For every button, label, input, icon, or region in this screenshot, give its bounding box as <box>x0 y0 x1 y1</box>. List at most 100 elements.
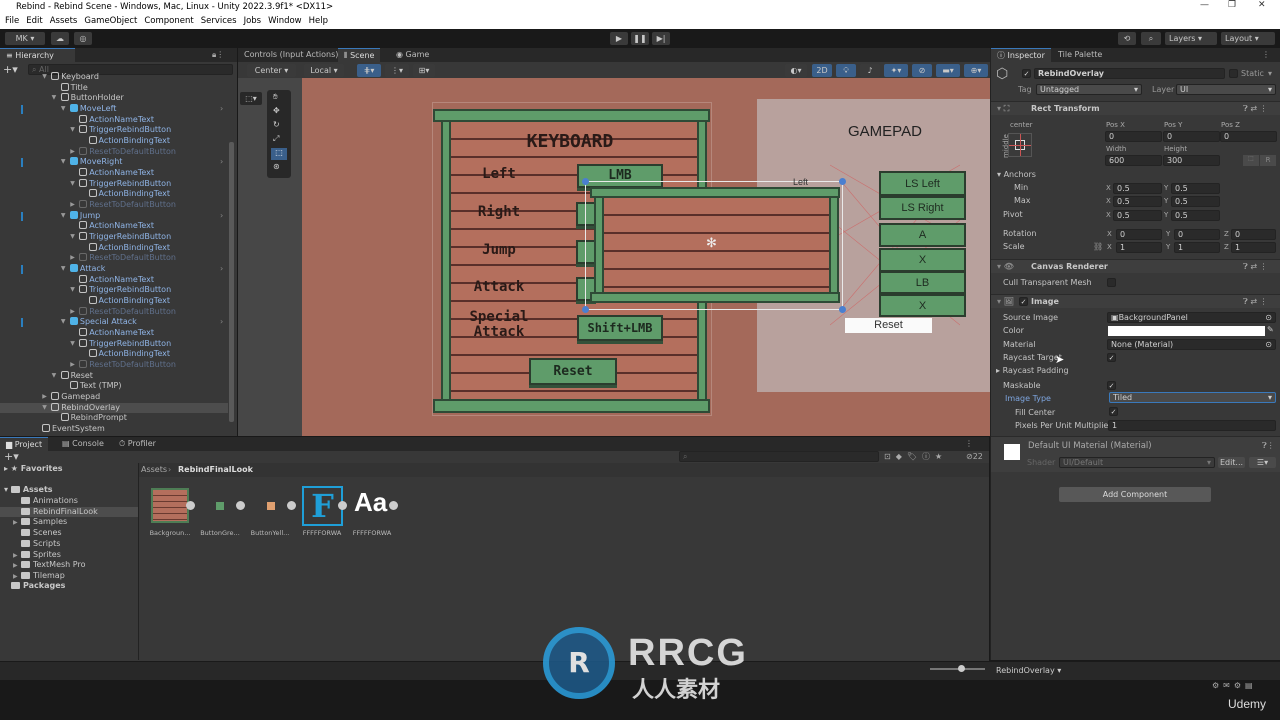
history-icon[interactable]: ⟲ <box>1118 32 1136 45</box>
selection-dropdown[interactable]: RebindOverlay ▾ <box>996 666 1061 675</box>
rect-transform-header[interactable]: ▾ ⛶ Rect Transform ❓︎ ⇄ ⋮ <box>991 101 1280 115</box>
image-header[interactable]: ▾ 🖼︎ ✓ Image ❓︎ ⇄ ⋮ <box>991 294 1280 308</box>
expanded-arrow-icon[interactable]: ▼ <box>61 157 66 168</box>
hierarchy-item[interactable]: ActionNameText <box>0 114 228 126</box>
expanded-arrow-icon[interactable]: ▼ <box>42 72 47 83</box>
tab-tile-palette[interactable]: Tile Palette <box>1052 48 1108 62</box>
gamepad-button-special[interactable]: LB <box>879 271 966 294</box>
anchor-preset-button[interactable] <box>1008 133 1032 157</box>
hierarchy-item[interactable]: ▶ ResetToDefaultButton <box>0 253 228 264</box>
expanded-arrow-icon[interactable]: ▼ <box>70 179 75 190</box>
pivot-x-field[interactable]: 0.5 <box>1113 210 1162 221</box>
hand-tool-icon[interactable]: ✋︎ <box>273 92 278 102</box>
project-search[interactable]: ⌕ <box>679 451 879 462</box>
tab-controls[interactable]: Controls (Input Actions) <box>238 48 344 62</box>
expanded-arrow-icon[interactable]: ▼ <box>70 232 75 243</box>
expanded-arrow-icon[interactable]: ▼ <box>61 264 66 275</box>
min-y-field[interactable]: 0.5 <box>1171 183 1220 194</box>
expanded-arrow-icon[interactable]: ▼ <box>52 371 57 382</box>
expand-sprite-icon[interactable] <box>236 501 245 510</box>
hidden-packages-count[interactable]: ⊘22 <box>966 452 983 461</box>
close-icon[interactable]: ✕ <box>1258 0 1266 10</box>
scale-x-field[interactable]: 1 <box>1116 242 1162 253</box>
menu-assets[interactable]: Assets <box>50 16 78 26</box>
hierarchy-item[interactable]: ▼ MoveRight › <box>0 157 228 168</box>
hierarchy-item[interactable]: ▼ TriggerRebindButton <box>0 285 228 296</box>
hierarchy-item[interactable]: EventSystem <box>0 424 228 435</box>
pivot-gizmo-icon[interactable]: ✻ <box>706 236 717 251</box>
hierarchy-item[interactable]: ▶ ResetToDefaultButton <box>0 200 228 211</box>
expand-font-icon[interactable] <box>389 501 398 510</box>
blueprint-mode-button[interactable]: ⬚ <box>1243 155 1259 166</box>
height-field[interactable]: 300 <box>1163 155 1220 166</box>
expanded-arrow-icon[interactable]: ▼ <box>42 403 47 414</box>
expanded-arrow-icon[interactable]: ▼ <box>52 93 57 104</box>
eyedropper-icon[interactable]: ✎ <box>1267 325 1274 334</box>
cloud-icon[interactable]: ☁ <box>51 32 69 45</box>
project-folder[interactable]: Scenes <box>0 528 138 539</box>
maximize-icon[interactable]: ❐ <box>1228 0 1236 10</box>
hierarchy-item[interactable]: ▼ Reset <box>0 370 228 382</box>
rot-y-field[interactable]: 0 <box>1174 229 1220 240</box>
collapsed-arrow-icon[interactable]: ▶ <box>70 200 75 211</box>
breadcrumb-assets[interactable]: Assets <box>141 465 167 474</box>
collapsed-arrow-icon[interactable]: ▶ <box>70 360 75 371</box>
open-prefab-icon[interactable]: › <box>220 104 223 115</box>
expanded-arrow-icon[interactable]: ▼ <box>61 211 66 222</box>
open-prefab-icon[interactable]: › <box>220 317 223 328</box>
expand-font-icon[interactable] <box>338 501 347 510</box>
tab-game[interactable]: ◉ Game <box>390 48 435 62</box>
menu-edit[interactable]: Edit <box>26 16 42 26</box>
favorites-item[interactable]: ▸ ★ Favorites <box>4 464 63 475</box>
project-folder[interactable]: RebindFinalLook <box>0 506 138 518</box>
component-menu-icons[interactable]: ❓︎ ⇄ ⋮ <box>1243 102 1268 116</box>
hierarchy-item[interactable]: ActionNameText <box>0 221 228 232</box>
tab-project[interactable]: ▆ Project <box>0 437 49 451</box>
pos-z-field[interactable]: 0 <box>1220 131 1277 142</box>
rect-handle-bottom-left[interactable] <box>582 306 589 313</box>
pivot-y-field[interactable]: 0.5 <box>1171 210 1220 221</box>
layer-dropdown[interactable]: UI ▾ <box>1176 84 1276 95</box>
gizmos-icon[interactable]: ⊕▾ <box>964 64 988 77</box>
hierarchy-item[interactable]: ▼ RebindOverlay <box>0 402 228 414</box>
expanded-arrow-icon[interactable]: ▼ <box>70 125 75 136</box>
layers-dropdown[interactable]: Layers ▾ <box>1165 32 1217 45</box>
pos-y-field[interactable]: 0 <box>1163 131 1220 142</box>
project-folder[interactable]: Animations <box>0 496 138 507</box>
raycast-target-checkbox[interactable]: ✓ <box>1107 353 1116 362</box>
project-lock-icon[interactable]: ⋮ <box>965 439 973 448</box>
lock-icon[interactable]: 🔒︎⋮ <box>212 50 224 60</box>
hierarchy-item[interactable]: Text (TMP) <box>0 381 228 392</box>
hierarchy-scrollbar[interactable] <box>229 142 234 422</box>
expanded-arrow-icon[interactable]: ▼ <box>70 285 75 296</box>
source-image-field[interactable]: ▣BackgroundPanel ⊙ <box>1107 312 1276 323</box>
visibility-icon[interactable]: ⊘ <box>912 64 932 77</box>
pause-button[interactable]: ❚❚ <box>631 32 649 45</box>
overlay-menu-icon[interactable]: ⬚▾ <box>240 92 262 105</box>
account-button[interactable]: MK ▾ <box>5 32 45 45</box>
hierarchy-item[interactable]: ▼ Jump › <box>0 210 228 222</box>
expanded-arrow-icon[interactable]: ▼ <box>70 339 75 350</box>
tmp-font-asset-icon[interactable]: Aa <box>354 487 387 518</box>
project-folder[interactable]: ▶ Samples <box>0 517 138 528</box>
gamepad-reset-button[interactable]: Reset <box>845 318 932 333</box>
move-tool-icon[interactable]: ✥ <box>273 106 280 115</box>
hierarchy-item[interactable]: ▼ Keyboard <box>0 72 228 83</box>
hierarchy-item[interactable]: ▼ Attack › <box>0 264 228 275</box>
hierarchy-item[interactable]: ActionBindingText <box>0 296 228 307</box>
component-menu-icons[interactable]: ❓︎ ⇄ ⋮ <box>1243 295 1268 309</box>
hierarchy-item[interactable]: ActionBindingText <box>0 242 228 254</box>
constrain-proportions-icon[interactable]: ⛓ <box>1093 242 1103 251</box>
increment-snap-icon[interactable]: ⋮▾ <box>385 64 409 77</box>
project-folder[interactable]: Scripts <box>0 539 138 550</box>
color-field[interactable] <box>1108 326 1265 336</box>
shader-edit-button[interactable]: Edit... <box>1218 457 1245 468</box>
icon-size-slider-thumb[interactable] <box>958 665 965 672</box>
gamepad-button-ls-right[interactable]: LS Right <box>879 196 966 220</box>
raycast-padding-foldout[interactable]: ▸ Raycast Padding <box>996 366 1069 375</box>
canvas-renderer-header[interactable]: ▾ 👁︎ Canvas Renderer ❓︎ ⇄ ⋮ <box>991 259 1280 273</box>
hierarchy-item[interactable]: ▼ TriggerRebindButton <box>0 125 228 136</box>
transform-tool-icon[interactable]: ⊛ <box>273 162 280 171</box>
tab-profiler[interactable]: ⏱︎ Profiler <box>113 437 162 451</box>
pivot-center-dropdown[interactable]: Center ▾ <box>247 64 296 77</box>
